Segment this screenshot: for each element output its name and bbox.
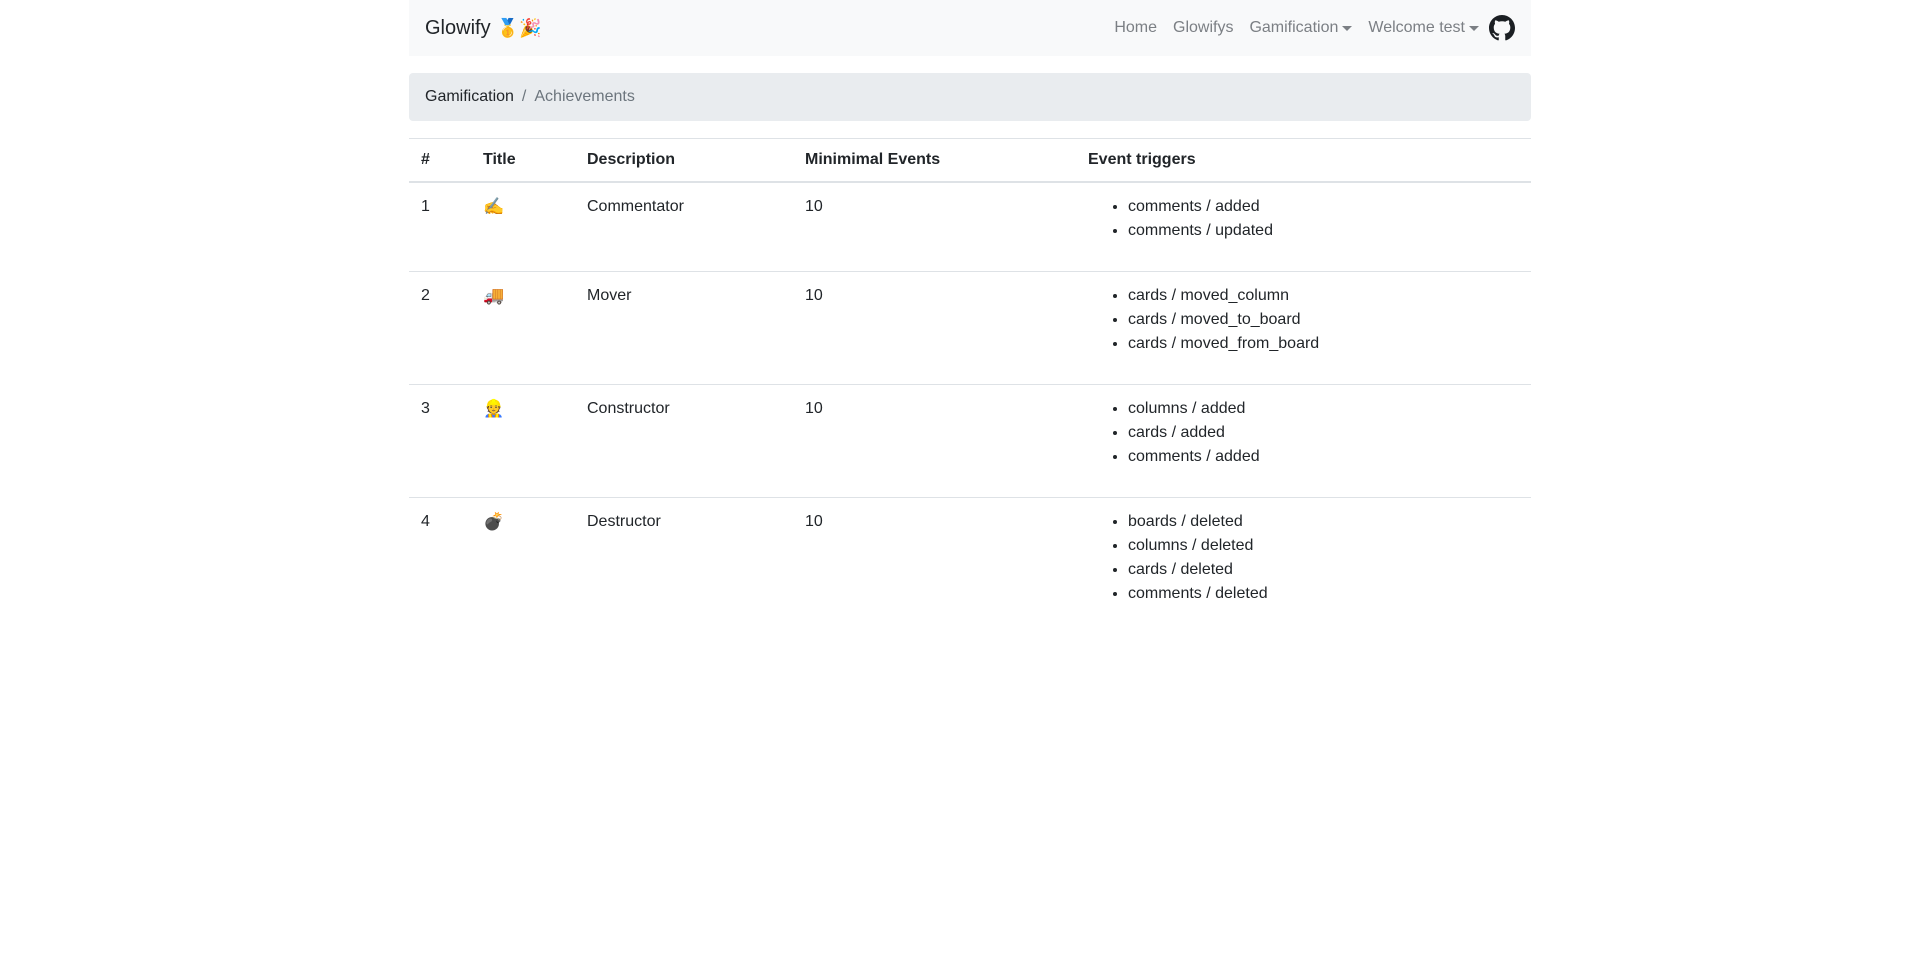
trigger-item: cards / moved_from_board [1128, 332, 1519, 356]
cell-title-emoji-icon: 🚚 [471, 271, 575, 385]
table-row: 2 🚚 Mover 10 cards / moved_column cards … [409, 271, 1531, 385]
achievements-table: # Title Description Minimimal Events Eve… [409, 138, 1531, 634]
cell-title-emoji-icon: 👷 [471, 384, 575, 498]
header-description: Description [575, 138, 793, 183]
nav-user-dropdown[interactable]: Welcome test [1360, 11, 1487, 45]
nav-gamification-dropdown[interactable]: Gamification [1241, 11, 1360, 45]
trigger-list: cards / moved_column cards / moved_to_bo… [1088, 284, 1519, 356]
trigger-list: comments / added comments / updated [1088, 195, 1519, 243]
trigger-item: comments / deleted [1128, 582, 1519, 606]
cell-description: Mover [575, 271, 793, 385]
header-title: Title [471, 138, 575, 183]
page-container: Glowify 🥇🎉 Home Glowifys Gamification We… [409, 0, 1531, 634]
nav-home[interactable]: Home [1106, 11, 1165, 45]
cell-triggers: cards / moved_column cards / moved_to_bo… [1076, 271, 1531, 385]
table-row: 1 ✍️ Commentator 10 comments / added com… [409, 182, 1531, 272]
brand-emoji-icon: 🥇🎉 [496, 17, 542, 39]
trigger-list: columns / added cards / added comments /… [1088, 397, 1519, 469]
trigger-item: boards / deleted [1128, 510, 1519, 534]
trigger-item: cards / moved_column [1128, 284, 1519, 308]
trigger-item: comments / updated [1128, 219, 1519, 243]
cell-description: Constructor [575, 384, 793, 498]
cell-id: 1 [421, 198, 430, 215]
trigger-item: columns / deleted [1128, 534, 1519, 558]
cell-id: 3 [409, 384, 471, 498]
trigger-item: cards / moved_to_board [1128, 308, 1519, 332]
brand-name: Glowify [425, 16, 491, 39]
caret-down-icon [1469, 25, 1479, 31]
nav-gamification-label: Gamification [1249, 19, 1339, 36]
trigger-item: cards / deleted [1128, 558, 1519, 582]
nav-glowifys[interactable]: Glowifys [1165, 11, 1241, 45]
cell-triggers: boards / deleted columns / deleted cards… [1076, 497, 1531, 634]
github-icon[interactable] [1489, 15, 1515, 41]
cell-triggers: columns / added cards / added comments /… [1076, 384, 1531, 498]
navbar: Glowify 🥇🎉 Home Glowifys Gamification We… [409, 0, 1531, 56]
header-min-events: Minimimal Events [793, 138, 1076, 183]
cell-triggers: comments / added comments / updated [1076, 182, 1531, 272]
trigger-item: cards / added [1128, 421, 1519, 445]
breadcrumb-gamification-link[interactable]: Gamification [425, 88, 514, 106]
cell-id: 2 [409, 271, 471, 385]
cell-min-events: 10 [793, 497, 1076, 634]
header-number: # [409, 138, 471, 183]
trigger-item: comments / added [1128, 445, 1519, 469]
brand-link[interactable]: Glowify 🥇🎉 [425, 17, 541, 40]
table-row: 4 💣 Destructor 10 boards / deleted colum… [409, 497, 1531, 634]
nav-home-label: Home [1114, 19, 1157, 36]
cell-min-events: 10 [793, 384, 1076, 498]
trigger-item: comments / added [1128, 195, 1519, 219]
trigger-list: boards / deleted columns / deleted cards… [1088, 510, 1519, 606]
nav-links: Home Glowifys Gamification Welcome test [1106, 11, 1515, 45]
cell-description: Destructor [575, 497, 793, 634]
trigger-item: columns / added [1128, 397, 1519, 421]
breadcrumb: Gamification / Achievements [409, 73, 1531, 121]
nav-user-label: Welcome test [1368, 19, 1465, 36]
cell-title-emoji-icon: 💣 [471, 497, 575, 634]
cell-id: 4 [409, 497, 471, 634]
cell-min-events: 10 [805, 198, 823, 215]
header-event-triggers: Event triggers [1076, 138, 1531, 183]
cell-min-events: 10 [793, 271, 1076, 385]
breadcrumb-current: Achievements [534, 88, 635, 105]
table-header-row: # Title Description Minimimal Events Eve… [409, 138, 1531, 183]
cell-title-emoji-icon: ✍️ [483, 197, 505, 217]
caret-down-icon [1342, 25, 1353, 31]
table-row: 3 👷 Constructor 10 columns / added cards… [409, 384, 1531, 498]
cell-description: Commentator [587, 198, 684, 215]
nav-glowifys-label: Glowifys [1173, 19, 1234, 36]
breadcrumb-separator: / [521, 88, 527, 105]
